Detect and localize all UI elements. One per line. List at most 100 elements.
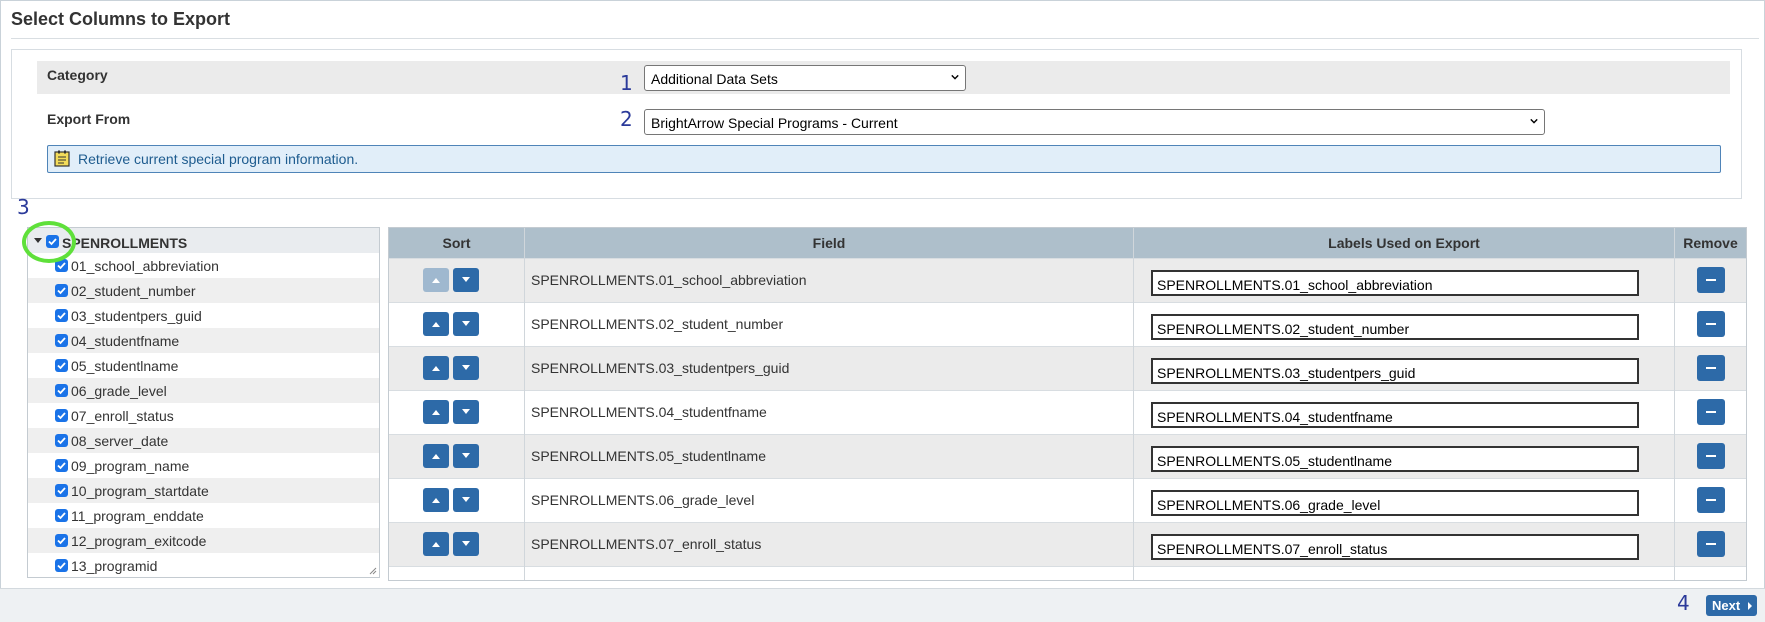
tree-item[interactable]: 02_student_number [28,278,379,303]
export-from-select[interactable]: BrightArrow Special Programs - Current [644,109,1545,135]
caret-down-icon [462,365,470,370]
item-checkbox[interactable] [55,284,68,297]
move-up-button[interactable] [423,400,449,424]
caret-up-icon [432,278,440,283]
export-from-select-value: BrightArrow Special Programs - Current [651,115,898,131]
info-text: Retrieve current special program informa… [78,151,359,167]
tree-item[interactable]: 01_school_abbreviation [28,253,379,278]
export-label-input[interactable] [1151,270,1639,296]
move-down-button[interactable] [453,444,479,468]
title-divider [11,38,1759,39]
tree-item-label: 09_program_name [71,458,190,474]
caret-up-icon [432,366,440,371]
item-checkbox[interactable] [55,384,68,397]
annotation-2: 2 [620,107,633,131]
tree-item[interactable]: 08_server_date [28,428,379,453]
item-checkbox[interactable] [55,309,68,322]
remove-button[interactable] [1697,267,1725,293]
minus-icon [1706,323,1716,325]
caret-up-icon [432,454,440,459]
export-from-label: Export From [47,111,131,127]
minus-icon [1706,543,1716,545]
tree-item-label: 12_program_exitcode [71,533,207,549]
item-checkbox[interactable] [55,484,68,497]
export-label-input[interactable] [1151,490,1639,516]
export-label-input[interactable] [1151,446,1639,472]
category-select[interactable]: Additional Data Sets [644,65,966,91]
move-down-button[interactable] [453,488,479,512]
remove-button[interactable] [1697,531,1725,557]
move-down-button[interactable] [453,400,479,424]
tree-item-label: 07_enroll_status [71,408,174,424]
minus-icon [1706,499,1716,501]
field-name: SPENROLLMENTS.01_school_abbreviation [531,272,807,288]
col-divider [1674,228,1675,580]
remove-button[interactable] [1697,487,1725,513]
tree-item[interactable]: 04_studentfname [28,328,379,353]
field-name: SPENROLLMENTS.07_enroll_status [531,536,762,552]
tree-item-label: 02_student_number [71,283,196,299]
chevron-right-icon [1748,602,1752,610]
table-row: SPENROLLMENTS.04_studentfname [389,390,1746,434]
move-down-button[interactable] [453,532,479,556]
item-checkbox[interactable] [55,409,68,422]
tree-item-label: 04_studentfname [71,333,180,349]
move-up-button[interactable] [423,356,449,380]
item-checkbox[interactable] [55,559,68,572]
item-checkbox[interactable] [55,434,68,447]
caret-up-icon [432,322,440,327]
item-checkbox[interactable] [55,359,68,372]
caret-up-icon [432,410,440,415]
move-down-button[interactable] [453,356,479,380]
next-button[interactable]: Next [1706,595,1757,616]
footer-bar [0,588,1765,622]
move-up-button[interactable] [423,312,449,336]
tree-item[interactable]: 09_program_name [28,453,379,478]
move-up-button[interactable] [423,268,449,292]
remove-button[interactable] [1697,443,1725,469]
tree-item-label: 05_studentlname [71,358,179,374]
next-button-label: Next [1712,598,1741,613]
caret-down-icon [462,277,470,282]
item-checkbox[interactable] [55,459,68,472]
export-columns-table: Sort Field Labels Used on Export Remove … [388,227,1747,581]
tree-item[interactable]: 10_program_startdate [28,478,379,503]
tree-item[interactable]: 12_program_exitcode [28,528,379,553]
column-tree[interactable]: SPENROLLMENTS 01_school_abbreviation 02_s… [27,227,380,578]
table-row: SPENROLLMENTS.03_studentpers_guid [389,346,1746,390]
field-name: SPENROLLMENTS.03_studentpers_guid [531,360,790,376]
tree-item[interactable]: 05_studentlname [28,353,379,378]
move-down-button[interactable] [453,312,479,336]
field-name: SPENROLLMENTS.04_studentfname [531,404,767,420]
tree-item[interactable]: 06_grade_level [28,378,379,403]
tree-item[interactable]: 11_program_enddate [28,503,379,528]
move-up-button[interactable] [423,488,449,512]
remove-button[interactable] [1697,355,1725,381]
item-checkbox[interactable] [55,534,68,547]
move-up-button[interactable] [423,444,449,468]
table-row: SPENROLLMENTS.01_school_abbreviation [389,258,1746,302]
move-down-button[interactable] [453,268,479,292]
header-sort: Sort [389,228,525,258]
annotation-3: 3 [17,195,30,219]
export-label-input[interactable] [1151,402,1639,428]
field-name: SPENROLLMENTS.06_grade_level [531,492,755,508]
tree-item[interactable]: 13_programid [28,553,379,577]
export-label-input[interactable] [1151,358,1639,384]
tree-item-label: 08_server_date [71,433,169,449]
tree-item[interactable]: 03_studentpers_guid [28,303,379,328]
export-label-input[interactable] [1151,314,1639,340]
export-label-input[interactable] [1151,534,1639,560]
table-row [389,566,1746,580]
remove-button[interactable] [1697,399,1725,425]
item-checkbox[interactable] [55,509,68,522]
move-up-button[interactable] [423,532,449,556]
caret-down-icon [462,497,470,502]
minus-icon [1706,367,1716,369]
item-checkbox[interactable] [55,334,68,347]
tree-item[interactable]: 07_enroll_status [28,403,379,428]
tree-item-label: 11_program_enddate [71,508,204,524]
table-row: SPENROLLMENTS.02_student_number [389,302,1746,346]
remove-button[interactable] [1697,311,1725,337]
resize-grip-icon[interactable] [369,567,377,575]
